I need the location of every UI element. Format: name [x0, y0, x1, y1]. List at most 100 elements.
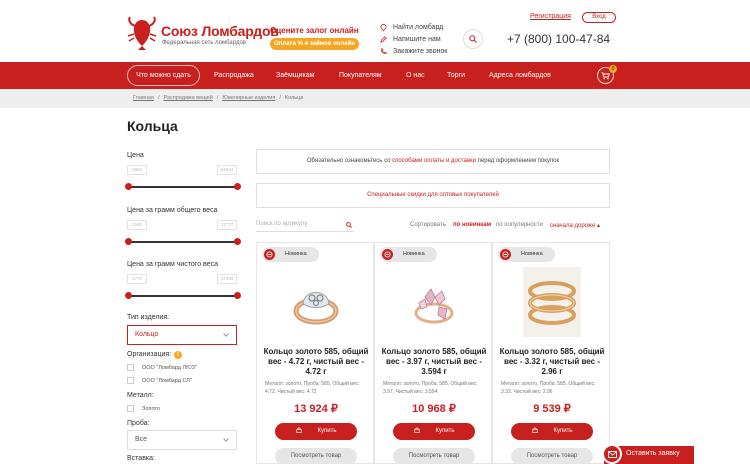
- price-range-track[interactable]: [129, 186, 237, 188]
- net-min-handle[interactable]: [125, 292, 132, 299]
- notice-text-post: перед оформлением покупок: [475, 158, 560, 164]
- write-us-link[interactable]: Напишите нам: [380, 34, 447, 45]
- nav-item-borrowers[interactable]: Заёмщикам: [276, 62, 314, 89]
- buy-button-label: Купить: [435, 428, 455, 434]
- product-image[interactable]: [523, 267, 581, 337]
- write-us-label: Напишите нам: [393, 36, 441, 43]
- item-type-label: Тип изделия:: [127, 314, 170, 321]
- product-image[interactable]: [405, 267, 463, 337]
- nav-item-addresses[interactable]: Адреса ломбардов: [489, 62, 551, 89]
- sort-price-desc[interactable]: сначала дороже ▴: [550, 222, 600, 229]
- product-description: Металл: золото, Проба: 585, Общий вес: 3…: [383, 381, 478, 395]
- price-min-input[interactable]: 1962: [127, 165, 147, 175]
- wholesale-notice[interactable]: Специальные скидки для оптовых покупател…: [256, 183, 610, 208]
- product-description: Металл: золото, Проба: 585, Общий вес: 3…: [501, 381, 596, 395]
- chevron-down-icon: [223, 438, 229, 442]
- checkbox[interactable]: [127, 405, 134, 412]
- product-title[interactable]: Кольцо золото 585, общий вес - 4.72 г, ч…: [263, 347, 369, 377]
- order-call-label: Закажите звонок: [393, 48, 448, 55]
- org-checkbox-sl[interactable]: ООО "Ломбард СЛ": [127, 377, 192, 384]
- nav-item-about[interactable]: О нас: [406, 62, 425, 89]
- notice-text-pre: Обязательно ознакомьтесь со: [306, 158, 393, 164]
- item-type-select[interactable]: Кольцо: [127, 325, 237, 345]
- lock-icon: [295, 427, 302, 433]
- login-button[interactable]: Вход: [582, 12, 616, 23]
- gross-max-input[interactable]: 12777: [217, 220, 237, 230]
- article-search-input[interactable]: Поиск по артикулу: [256, 220, 354, 232]
- new-badge-label: Новинка: [403, 251, 425, 257]
- leave-request-label: Оставить заявку: [626, 450, 680, 457]
- org-luz-label: ООО "Ломбард ЛЮЗ": [142, 364, 197, 371]
- cart-icon: [601, 71, 610, 79]
- minus-icon[interactable]: [382, 249, 393, 260]
- minus-icon[interactable]: [264, 249, 275, 260]
- sort-arrow-up-icon: ▴: [596, 223, 600, 229]
- payment-delivery-notice: Обязательно ознакомьтесь со способами оп…: [256, 149, 610, 174]
- org-checkbox-luz[interactable]: ООО "Ломбард ЛЮЗ": [127, 364, 197, 371]
- gross-range-track[interactable]: [129, 241, 237, 243]
- nav-item-sale[interactable]: Распродажа: [214, 62, 254, 89]
- cart-button[interactable]: 0: [597, 65, 617, 84]
- order-call-link[interactable]: Закажите звонок: [380, 46, 447, 57]
- info-icon[interactable]: !: [174, 351, 183, 359]
- probe-select[interactable]: Все: [127, 430, 237, 450]
- net-range-track[interactable]: [129, 295, 237, 297]
- net-min-input[interactable]: 2775: [127, 274, 147, 284]
- hotline-phone[interactable]: +7 (800) 100-47-84: [507, 32, 610, 46]
- view-product-button[interactable]: Посмотреть товар: [511, 448, 593, 464]
- nav-item-buyers[interactable]: Покупателям: [339, 62, 382, 89]
- search-icon[interactable]: [346, 222, 352, 228]
- online-payment-button[interactable]: Оплата % и займов онлайн: [270, 38, 359, 50]
- view-product-button[interactable]: Посмотреть товар: [393, 448, 475, 464]
- find-pawnshop-link[interactable]: Найти ломбард: [380, 22, 447, 33]
- buy-button[interactable]: Купить: [511, 423, 593, 440]
- product-title[interactable]: Кольцо золото 585, общий вес - 3.97 г, ч…: [381, 347, 487, 377]
- leave-request-button[interactable]: Оставить заявку: [602, 444, 694, 464]
- crayfish-logo-icon[interactable]: [126, 16, 158, 50]
- net-max-input[interactable]: 17389: [217, 274, 237, 284]
- minus-icon[interactable]: [500, 249, 511, 260]
- gross-min-input[interactable]: 1940: [127, 220, 147, 230]
- buy-button[interactable]: Купить: [393, 423, 475, 440]
- logo-subtitle: Федеральная сеть ломбардов: [162, 40, 246, 46]
- probe-label: Проба:: [127, 420, 150, 427]
- wholesale-discount-link[interactable]: Специальные скидки для оптовых покупател…: [367, 192, 499, 198]
- gross-max-handle[interactable]: [234, 238, 241, 245]
- view-product-button[interactable]: Посмотреть товар: [275, 448, 357, 464]
- product-card[interactable]: Новинка Кольцо золото 585, общий вес - 3…: [374, 242, 492, 464]
- product-card[interactable]: Новинка Кольцо золото 585, общий вес - 4…: [256, 242, 374, 464]
- breadcrumb-sale[interactable]: Распродажа вещей: [163, 95, 212, 101]
- product-image[interactable]: [287, 267, 345, 337]
- header-search-button[interactable]: [463, 29, 483, 49]
- payment-delivery-link[interactable]: способами оплаты и доставки: [392, 158, 476, 164]
- buy-button[interactable]: Купить: [275, 423, 357, 440]
- organization-label: Организация:!: [127, 351, 183, 359]
- buy-button-label: Купить: [317, 428, 337, 434]
- product-title[interactable]: Кольцо золото 585, общий вес - 3.32 г, ч…: [499, 347, 605, 377]
- promo-title[interactable]: Оцените залог онлайн: [270, 26, 359, 35]
- new-badge: Новинка: [262, 247, 319, 262]
- organization-label-text: Организация:: [127, 351, 172, 358]
- price-max-handle[interactable]: [234, 183, 241, 190]
- product-card[interactable]: Новинка Кольцо золото 585, общий вес - 3…: [492, 242, 610, 464]
- checkbox[interactable]: [127, 377, 134, 384]
- sort-popular[interactable]: по популярности: [496, 222, 543, 228]
- net-max-handle[interactable]: [234, 292, 241, 299]
- logo-title[interactable]: Союз Ломбардов: [161, 23, 279, 39]
- metal-checkbox-gold[interactable]: Золото: [127, 405, 160, 412]
- breadcrumb-jewelry[interactable]: Ювелирные изделия: [222, 95, 275, 101]
- checkbox[interactable]: [127, 364, 134, 371]
- breadcrumb-home[interactable]: Главная: [133, 95, 154, 101]
- gross-min-handle[interactable]: [125, 238, 132, 245]
- metal-label: Металл:: [127, 392, 154, 399]
- price-max-input[interactable]: 94634: [217, 165, 237, 175]
- sort-label: Сортировать:: [410, 222, 448, 228]
- price-min-handle[interactable]: [125, 183, 132, 190]
- sort-newest[interactable]: по новинкам: [453, 222, 491, 228]
- product-price: 10 968 ₽: [412, 403, 456, 415]
- item-type-value: Кольцо: [135, 331, 159, 338]
- product-price: 9 539 ₽: [533, 403, 571, 415]
- nav-item-auctions[interactable]: Торги: [447, 62, 465, 89]
- register-link[interactable]: Регистрация: [530, 13, 571, 20]
- nav-what-to-pawn[interactable]: Что можно сдать: [127, 65, 200, 86]
